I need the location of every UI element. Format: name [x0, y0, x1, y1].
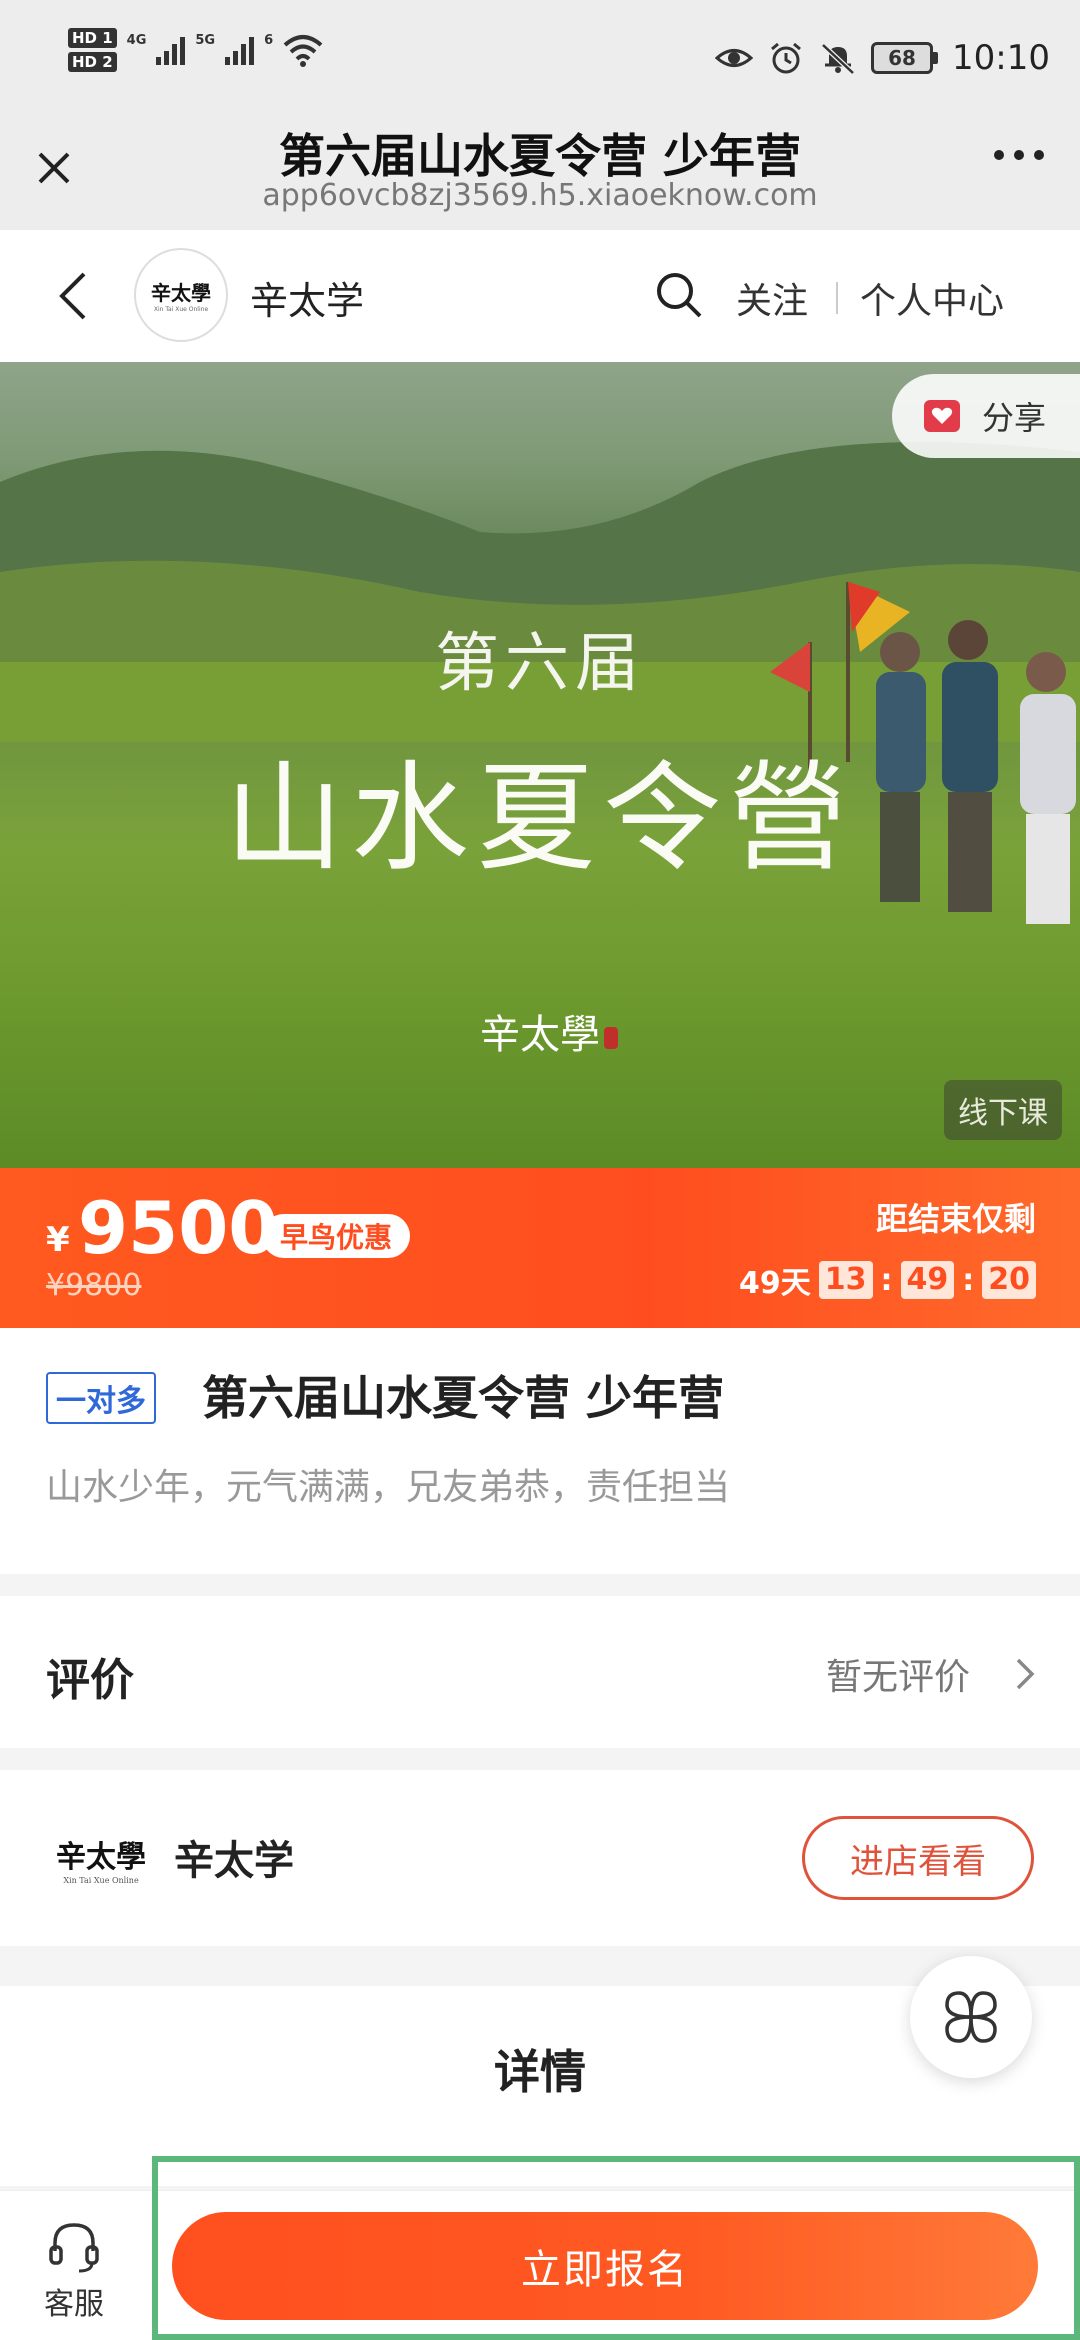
- status-left: HD 1 HD 2 4G 5G 6: [68, 28, 323, 72]
- page-title: 第六届山水夏令营 少年营: [278, 129, 801, 183]
- course-banner: 第六届 山水夏令營 辛太學 分享 线下课: [0, 362, 1080, 1168]
- seal-icon: [604, 1027, 618, 1049]
- shop-avatar[interactable]: 辛太學 Xin Tai Xue Online: [134, 248, 228, 342]
- floating-menu-button[interactable]: [910, 1956, 1032, 2078]
- status-right: 68 10:10: [715, 38, 1050, 78]
- divider: [836, 282, 838, 314]
- product-title: 第六届山水夏令营 少年营: [202, 1371, 725, 1425]
- review-section[interactable]: 评价 暂无评价: [0, 1596, 1080, 1748]
- grid-menu-icon: [945, 1991, 997, 2043]
- product-info: 一对多 第六届山水夏令营 少年营 山水少年，元气满满，兄友弟恭，责任担当: [0, 1328, 1080, 1574]
- clock: 10:10: [952, 38, 1050, 78]
- countdown-seconds: 20: [982, 1261, 1036, 1299]
- wifi-icon: [283, 35, 323, 67]
- shop-header: 辛太學 Xin Tai Xue Online 辛太学 关注 个人中心: [0, 230, 1080, 362]
- review-title: 评价: [46, 1655, 134, 1706]
- banner-logo: 辛太學: [480, 1002, 618, 1060]
- back-arrow-icon[interactable]: [52, 268, 92, 324]
- countdown-days: 49天: [739, 1266, 811, 1301]
- network-5g-label: 5G: [195, 32, 216, 48]
- hd2-indicator: HD 2: [68, 52, 117, 72]
- shop-row: 辛太學 Xin Tai Xue Online 辛太学 进店看看: [0, 1770, 1080, 1946]
- follow-button[interactable]: 关注: [736, 272, 808, 324]
- page-url: app6ovcb8zj3569.h5.xiaoeknow.com: [262, 178, 818, 213]
- battery-indicator: 68: [871, 42, 939, 74]
- search-icon[interactable]: [652, 268, 706, 322]
- review-status: 暂无评价: [825, 1657, 970, 1698]
- shop-logo-subtext: Xin Tai Xue Online: [63, 1876, 139, 1885]
- shop-name[interactable]: 辛太学: [250, 270, 364, 325]
- one-to-many-tag: 一对多: [46, 1372, 156, 1424]
- personal-center-link[interactable]: 个人中心: [860, 272, 1004, 324]
- share-label: 分享: [982, 399, 1047, 437]
- banner-logo-text: 辛太學: [480, 1012, 600, 1058]
- customer-service-label: 客服: [44, 2287, 104, 2322]
- signal-icon: [156, 35, 186, 65]
- product-subtitle: 山水少年，元气满满，兄友弟恭，责任担当: [46, 1467, 731, 1508]
- countdown-timer: 49天 13 : 49 : 20: [739, 1258, 1036, 1302]
- shop-logo-text: 辛太學: [56, 1840, 146, 1875]
- price-strip: ¥ 9500 早鸟优惠 ¥9800 距结束仅剩 49天 13 : 49 : 20: [0, 1168, 1080, 1328]
- original-price: ¥9800: [46, 1268, 142, 1303]
- signal-icon-2: [225, 35, 255, 65]
- eye-icon: [715, 49, 754, 67]
- share-button[interactable]: 分享: [892, 374, 1080, 458]
- visit-shop-button[interactable]: 进店看看: [802, 1816, 1034, 1900]
- chevron-right-icon: [1016, 1658, 1035, 1690]
- banner-subtitle: 第六届: [435, 627, 645, 701]
- countdown-label: 距结束仅剩: [875, 1200, 1036, 1238]
- banner-title: 山水夏令營: [224, 749, 855, 887]
- wifi-label: 6: [264, 32, 274, 48]
- shop-logo[interactable]: 辛太學 Xin Tai Xue Online: [56, 1832, 146, 1885]
- shop-avatar-text: 辛太學: [151, 281, 211, 305]
- customer-service-button[interactable]: 客服: [34, 2217, 114, 2323]
- shop-avatar-subtext: Xin Tai Xue Online: [153, 306, 209, 313]
- mute-bell-icon: [821, 43, 855, 75]
- status-bar: HD 1 HD 2 4G 5G 6 68 10:10: [0, 0, 1080, 120]
- hd1-indicator: HD 1: [68, 28, 117, 48]
- more-dot-icon: [994, 150, 1004, 160]
- currency-symbol: ¥: [46, 1220, 70, 1260]
- current-price: 9500: [78, 1186, 279, 1270]
- network-4g-label: 4G: [126, 32, 147, 48]
- share-icon: [924, 400, 960, 432]
- offline-course-tag: 线下课: [944, 1080, 1062, 1140]
- headset-icon: [49, 2223, 99, 2273]
- countdown-minutes: 49: [900, 1261, 955, 1299]
- shop-row-name[interactable]: 辛太学: [174, 1828, 294, 1886]
- countdown-hours: 13: [818, 1261, 873, 1299]
- alarm-icon: [771, 42, 801, 74]
- enroll-now-button[interactable]: 立即报名: [172, 2212, 1038, 2320]
- browser-title-bar: 第六届山水夏令营 少年营 app6ovcb8zj3569.h5.xiaoekno…: [0, 120, 1080, 230]
- early-bird-badge: 早鸟优惠: [262, 1214, 411, 1258]
- more-menu-button[interactable]: [994, 150, 1044, 160]
